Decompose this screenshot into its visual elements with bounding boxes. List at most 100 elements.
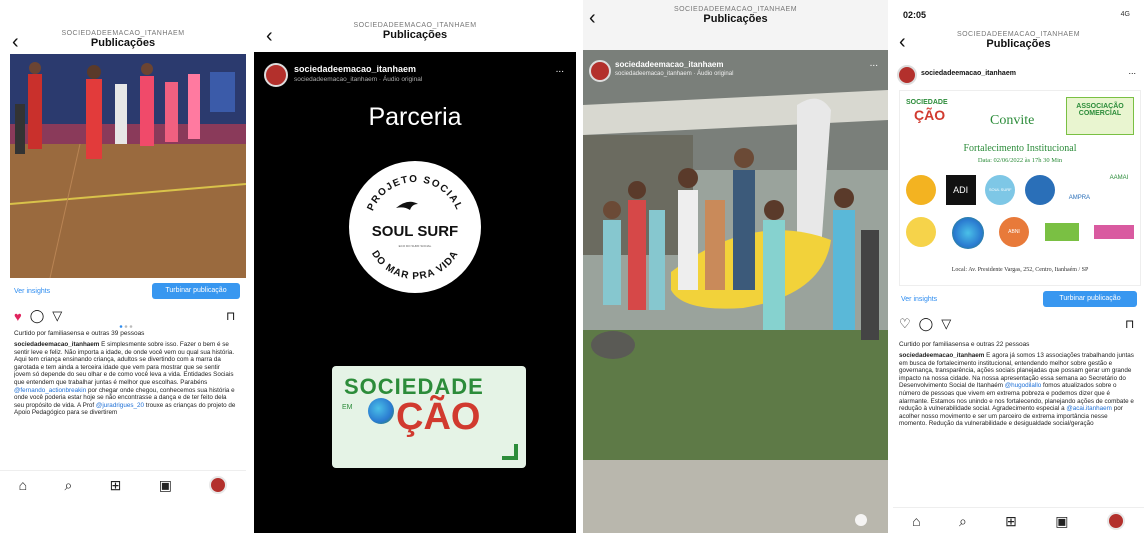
caption-mention-2[interactable]: @juradrigues_20	[96, 402, 144, 409]
partner-logo	[951, 217, 984, 249]
bottom-tab-bar: ⌂ ⌕ ⊞ ▣	[893, 507, 1144, 533]
caption-username[interactable]: sociedadeemacao_itanhaem	[14, 341, 99, 348]
post-avatar[interactable]	[897, 65, 917, 85]
comment-icon[interactable]: ◯	[919, 316, 934, 332]
convite-flyer[interactable]: SOCIEDADE ÇÃO Convite ASSOCIAÇÃO COMERCI…	[899, 90, 1141, 286]
logo-em-text: EM	[342, 404, 353, 411]
search-icon[interactable]: ⌕	[959, 513, 967, 530]
reel-video[interactable]	[583, 50, 888, 533]
assoc-line-2: COMERCIAL	[1078, 110, 1122, 117]
partner-label: ABNI	[1008, 229, 1020, 235]
soul-surf-badge: PROJETO SOCIAL SOUL SURF ECO DO SURF SOC…	[349, 161, 481, 293]
boost-post-button[interactable]: Turbinar publicação	[1043, 291, 1137, 307]
more-options-icon[interactable]: ...	[870, 58, 878, 69]
sociedade-em-acao-logo: SOCIEDADE EM ÇÃO	[332, 366, 526, 468]
post-screen-1: ‹ SOCIEDADEEMACAO_ITANHAEM Publicações V…	[0, 0, 246, 533]
caption-mention[interactable]: @fernando_actionbreakin	[14, 387, 86, 394]
parceria-headline: Parceria	[368, 103, 462, 131]
logo-corner-mark	[502, 444, 518, 460]
reel-audio[interactable]: sociedadeemacao_itanhaem · Áudio origina…	[615, 71, 733, 77]
flyer-local: Local: Av. Presidente Vargas, 252, Centr…	[951, 267, 1089, 273]
surf-kids-photo	[583, 50, 888, 533]
reel-avatar[interactable]	[264, 63, 288, 87]
page-title: Publicações	[986, 38, 1051, 50]
liked-by-text: Curtido por familiasensa e outras 22 pes…	[899, 341, 1030, 348]
partner-label: AMPRA	[1068, 195, 1091, 201]
partner-label: ADI	[953, 185, 969, 195]
flyer-heading: Fortalecimento Institucional	[963, 143, 1077, 154]
caption-mention[interactable]: @hugodilallo	[1005, 382, 1042, 389]
bookmark-icon[interactable]: ⊓	[1125, 317, 1134, 331]
status-time: 02:05	[903, 10, 927, 20]
new-post-icon[interactable]: ⊞	[1005, 513, 1017, 530]
view-insights-link[interactable]: Ver insights	[14, 288, 50, 295]
flyer-logo-left-bottom: ÇÃO	[914, 107, 946, 123]
profile-avatar[interactable]	[1106, 512, 1125, 530]
account-name: SOCIEDADEEMACAO_ITANHAEM	[61, 30, 185, 37]
account-name: SOCIEDADEEMACAO_ITANHAEM	[673, 6, 798, 13]
badge-small-text: ECO DO SURF SOCIAL	[399, 244, 432, 248]
partner-label: AAMAI	[1109, 175, 1129, 181]
account-name: SOCIEDADEEMACAO_ITANHAEM	[956, 31, 1081, 38]
partner-logo-aamai: AAMAI	[1104, 175, 1134, 205]
profile-avatar[interactable]	[209, 476, 228, 494]
post-caption: sociedadeemacao_itanhaem É simplesmente …	[14, 341, 236, 467]
view-insights-link[interactable]: Ver insights	[901, 296, 937, 303]
globe-icon	[368, 398, 394, 424]
carousel-dots	[118, 315, 134, 328]
page-title: Publicações	[90, 37, 156, 49]
partner-logo	[906, 175, 936, 205]
bottom-tab-bar: ⌂ ⌕ ⊞ ▣	[0, 470, 246, 499]
post-photo[interactable]	[10, 54, 246, 278]
caption-mention-2[interactable]: @acai.itanhaem	[1066, 405, 1112, 412]
shop-icon[interactable]: ▣	[1055, 513, 1068, 530]
home-icon[interactable]: ⌂	[912, 513, 920, 529]
page-title: Publicações	[703, 13, 768, 25]
new-post-icon[interactable]: ⊞	[110, 477, 122, 494]
heart-filled-icon[interactable]: ♥	[14, 309, 22, 324]
home-icon[interactable]: ⌂	[19, 477, 27, 493]
partner-logo-ampra: AMPRA	[1064, 175, 1094, 205]
partner-logo	[1044, 223, 1079, 241]
search-icon[interactable]: ⌕	[64, 477, 72, 494]
post-actions: ♥ ◯ ▽	[14, 308, 62, 324]
partner-logo-adi: ADI	[945, 175, 976, 205]
partner-logo-abni: ABNI	[999, 217, 1029, 247]
reel-avatar[interactable]	[589, 60, 611, 82]
reel-username[interactable]: sociedadeemacao_itanhaem	[294, 64, 416, 74]
status-network: 4G	[1120, 11, 1130, 18]
more-options-icon[interactable]: ...	[556, 64, 564, 75]
post-caption: sociedadeemacao_itanhaem E agora já somo…	[899, 352, 1137, 504]
post-username[interactable]: sociedadeemacao_itanhaem	[921, 70, 1016, 77]
assoc-line-1: ASSOCIAÇÃO	[1076, 103, 1124, 110]
assoc-comercial-logo: ASSOCIAÇÃO COMERCIAL	[1066, 97, 1134, 135]
partner-logo	[1024, 175, 1055, 205]
reel-screen-surf: ‹ SOCIEDADEEMACAO_ITANHAEM Publicações s…	[583, 0, 888, 533]
partner-logo	[906, 217, 936, 247]
reel-audio[interactable]: sociedadeemacao_itanhaem · Áudio origina…	[294, 76, 422, 83]
post-actions: ♡ ◯ ▽	[899, 316, 951, 332]
partner-logo	[1094, 225, 1134, 239]
bookmark-icon[interactable]: ⊓	[226, 309, 235, 323]
flyer-logo-left-top: SOCIEDADE	[906, 99, 948, 106]
flyer-date: Data: 02/06/2022 às 17h 30 Min	[977, 157, 1063, 164]
account-name: SOCIEDADEEMACAO_ITANHAEM	[353, 22, 477, 29]
share-icon[interactable]: ▽	[52, 308, 62, 324]
comment-icon[interactable]: ◯	[30, 308, 45, 324]
caption-username[interactable]: sociedadeemacao_itanhaem	[899, 352, 984, 359]
liked-by-text: Curtido por familiasensa e outras 39 pes…	[14, 330, 145, 337]
partner-logos-row-2: ABNI	[906, 217, 1134, 253]
partner-label: SOUL SURF	[988, 187, 1012, 192]
caption-text: É simplesmente sobre isso. Fazer o bem é…	[14, 341, 235, 386]
boost-post-button[interactable]: Turbinar publicação	[152, 283, 240, 299]
dance-photo	[10, 54, 246, 278]
shop-icon[interactable]: ▣	[159, 477, 172, 494]
more-options-icon[interactable]: ...	[1128, 66, 1136, 76]
flyer-convite: Convite	[990, 113, 1035, 128]
share-icon[interactable]: ▽	[941, 316, 951, 332]
reel-screen-parceria: ‹ SOCIEDADEEMACAO_ITANHAEM Publicações s…	[254, 0, 576, 533]
heart-icon[interactable]: ♡	[899, 316, 911, 332]
partner-logo-soul-surf: SOUL SURF	[985, 175, 1016, 205]
reel-username[interactable]: sociedadeemacao_itanhaem	[615, 60, 724, 69]
page-title: Publicações	[382, 29, 448, 41]
